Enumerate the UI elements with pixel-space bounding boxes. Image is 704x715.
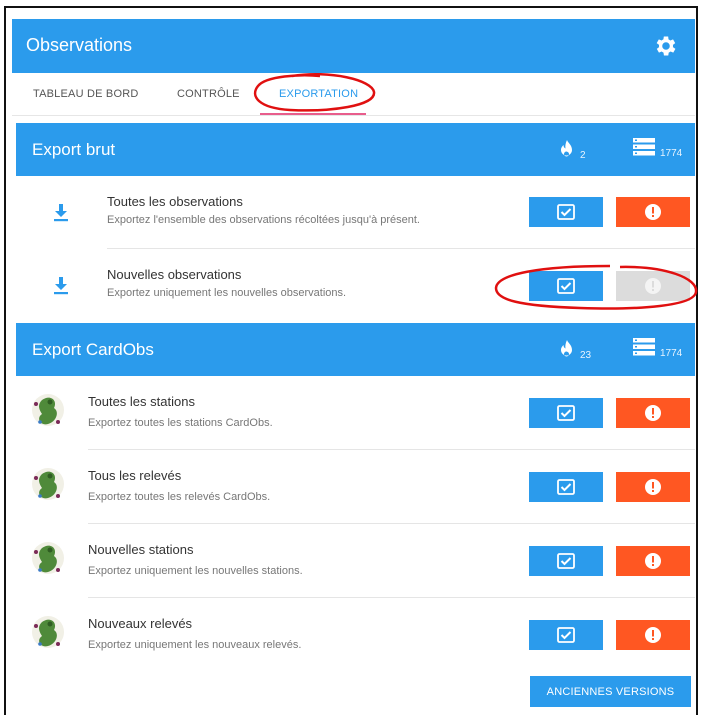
alert-circle-icon xyxy=(645,627,661,643)
section-title: Export CardObs xyxy=(32,340,154,359)
row-label: Nouvelles observations xyxy=(107,267,242,282)
mark-exported-button[interactable] xyxy=(529,271,603,301)
download-icon[interactable] xyxy=(52,203,70,223)
alert-circle-icon xyxy=(645,553,661,569)
app-title: Observations xyxy=(26,35,133,55)
list-item: Nouveaux relevés Exportez uniquement les … xyxy=(16,598,695,672)
row-description: Exportez l'ensemble des observations réc… xyxy=(107,214,420,226)
row-description: Exportez toutes les relevés CardObs. xyxy=(88,491,271,503)
total-count-stat: 1774 xyxy=(632,337,683,359)
checkbox-checked-icon xyxy=(557,405,575,421)
alert-circle-icon xyxy=(645,479,661,495)
list-item: Tous les relevés Exportez toutes les rele… xyxy=(16,450,695,524)
checkbox-checked-icon xyxy=(557,278,575,294)
total-count: 1774 xyxy=(660,148,683,159)
cardobs-logo-icon xyxy=(32,468,64,500)
error-report-button-disabled[interactable] xyxy=(616,271,690,301)
error-report-button[interactable] xyxy=(616,546,690,576)
cardobs-logo-icon xyxy=(32,616,64,648)
download-icon[interactable] xyxy=(52,276,70,296)
row-label: Tous les relevés xyxy=(88,468,182,483)
mark-exported-button[interactable] xyxy=(529,546,603,576)
list-item: Nouvelles observations Exportez uniqueme… xyxy=(16,249,695,323)
new-count-stat: 23 xyxy=(558,337,592,361)
total-count-stat: 1774 xyxy=(632,137,683,159)
error-report-button[interactable] xyxy=(616,620,690,650)
tab-controle[interactable]: CONTRÔLE xyxy=(177,88,240,100)
error-report-button[interactable] xyxy=(616,398,690,428)
storage-list-icon xyxy=(633,338,655,356)
mark-exported-button[interactable] xyxy=(529,472,603,502)
flame-icon xyxy=(561,140,572,157)
row-description: Exportez toutes les stations CardObs. xyxy=(88,417,273,429)
checkbox-checked-icon xyxy=(557,553,575,569)
alert-circle-icon xyxy=(645,278,661,294)
flame-icon xyxy=(561,340,572,357)
storage-list-icon xyxy=(633,138,655,156)
new-count: 23 xyxy=(580,350,592,361)
app-bar: Observations xyxy=(12,19,695,73)
checkbox-checked-icon xyxy=(557,204,575,220)
active-tab-indicator xyxy=(260,113,366,115)
section-header-export-brut: Export brut 2 1774 xyxy=(16,123,695,176)
old-versions-button[interactable]: ANCIENNES VERSIONS xyxy=(530,676,691,707)
list-item: Nouvelles stations Exportez uniquement le… xyxy=(16,524,695,598)
mark-exported-button[interactable] xyxy=(529,620,603,650)
error-report-button[interactable] xyxy=(616,472,690,502)
checkbox-checked-icon xyxy=(557,479,575,495)
section-header-export-cardobs: Export CardObs 23 1774 xyxy=(16,323,695,376)
total-count: 1774 xyxy=(660,348,683,359)
row-description: Exportez uniquement les nouvelles observ… xyxy=(107,287,347,299)
mark-exported-button[interactable] xyxy=(529,197,603,227)
row-description: Exportez uniquement les nouvelles statio… xyxy=(88,565,303,577)
alert-circle-icon xyxy=(645,405,661,421)
new-count: 2 xyxy=(580,150,586,161)
row-label: Nouvelles stations xyxy=(88,542,194,557)
checkbox-checked-icon xyxy=(557,627,575,643)
row-label: Nouveaux relevés xyxy=(88,616,193,631)
cardobs-logo-icon xyxy=(32,542,64,574)
mark-exported-button[interactable] xyxy=(529,398,603,428)
tab-bar: TABLEAU DE BORD CONTRÔLE EXPORTATION xyxy=(12,73,695,116)
section-title: Export brut xyxy=(32,140,116,159)
list-item: Toutes les stations Exportez toutes les s… xyxy=(16,376,695,450)
tab-exportation[interactable]: EXPORTATION xyxy=(279,88,358,100)
error-report-button[interactable] xyxy=(616,197,690,227)
gear-icon[interactable] xyxy=(653,33,679,59)
alert-circle-icon xyxy=(645,204,661,220)
row-label: Toutes les observations xyxy=(107,194,243,209)
export-cardobs-panel: Toutes les stations Exportez toutes les s… xyxy=(16,376,695,672)
row-description: Exportez uniquement les nouveaux relevés… xyxy=(88,639,302,651)
export-brut-panel: Toutes les observations Exportez l'ensem… xyxy=(16,176,695,323)
list-item: Toutes les observations Exportez l'ensem… xyxy=(16,176,695,250)
new-count-stat: 2 xyxy=(558,137,586,161)
tab-tableau-de-bord[interactable]: TABLEAU DE BORD xyxy=(33,88,139,100)
cardobs-logo-icon xyxy=(32,394,64,426)
row-label: Toutes les stations xyxy=(88,394,195,409)
